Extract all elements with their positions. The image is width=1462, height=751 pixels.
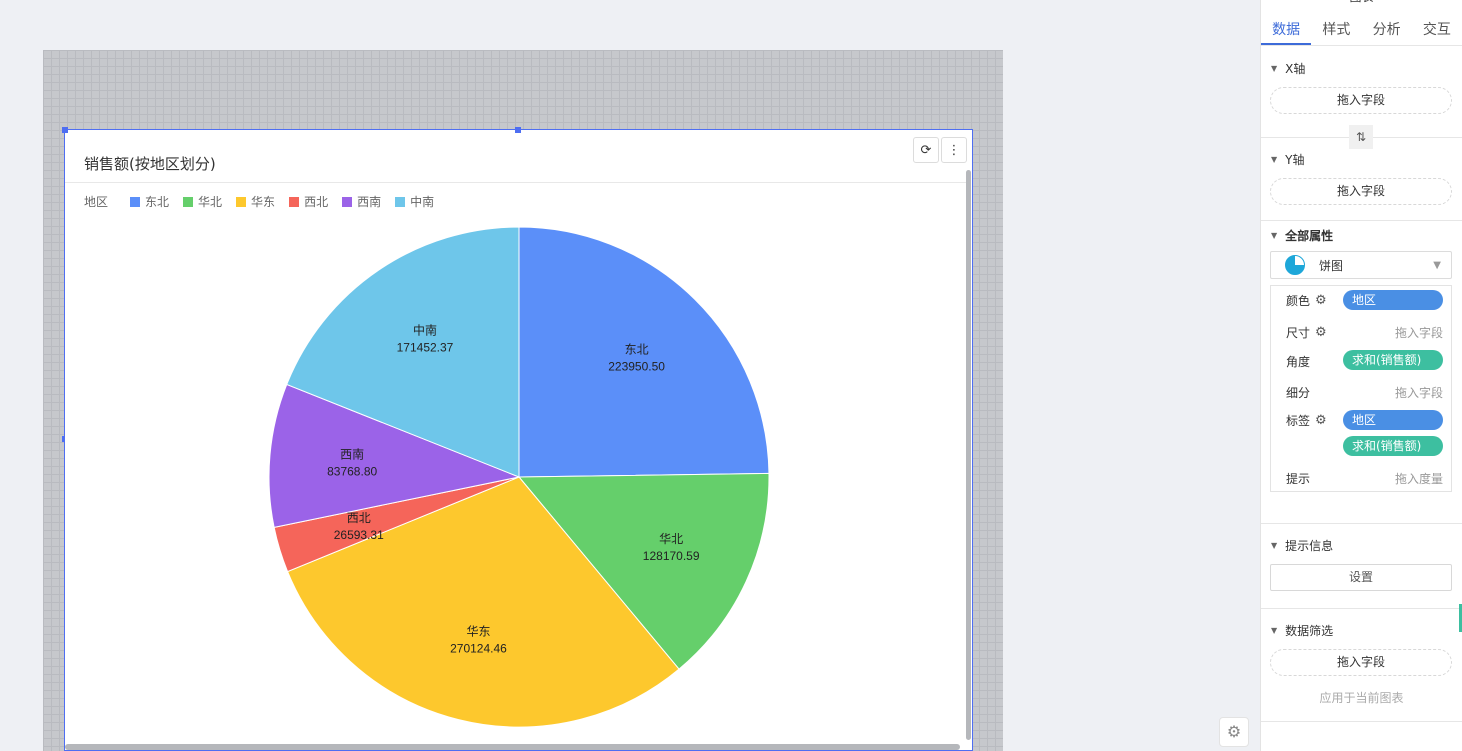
chart-type-label: 饼图 (1319, 258, 1344, 273)
prop-label: 尺寸 (1286, 326, 1311, 340)
swap-axes-icon[interactable]: ⇅ (1349, 125, 1373, 149)
y-axis-section-title[interactable]: ▼ Y轴 (1271, 151, 1305, 168)
collapse-triangle-icon: ▼ (1271, 231, 1278, 240)
prop-row-color: 颜色 ⚙ (1286, 292, 1327, 309)
prop-label: 细分 (1286, 386, 1311, 400)
tab-interaction[interactable]: 交互 (1412, 16, 1462, 45)
prop-row-size: 尺寸 ⚙ (1286, 324, 1327, 341)
gear-icon[interactable]: ⚙ (1315, 293, 1327, 308)
apply-to-current-chart[interactable]: 应用于当前图表 (1261, 689, 1462, 706)
divider (1261, 523, 1462, 524)
slice-category-label: 华北 (659, 532, 683, 546)
slice-category-label: 华东 (466, 625, 490, 639)
prop-row-angle: 角度 (1286, 353, 1310, 370)
tooltip-drop-hint[interactable]: 拖入度量 (1395, 470, 1443, 487)
slice-category-label: 西南 (340, 446, 364, 461)
slice-value-label: 270124.46 (450, 642, 507, 656)
filter-section-title[interactable]: ▼ 数据筛选 (1271, 622, 1333, 639)
divider (1261, 608, 1462, 609)
tooltip-settings-button[interactable]: 设置 (1270, 564, 1452, 591)
angle-field-pill[interactable]: 求和(销售额) (1343, 350, 1443, 370)
prop-label: 颜色 (1286, 294, 1311, 308)
y-axis-drop-zone[interactable]: 拖入字段 (1270, 178, 1452, 205)
chart-widget[interactable]: 销售额(按地区划分) ⟳ ⋮ 地区 东北 华北 华东 西北 西南 中南 东北 22… (62, 127, 973, 751)
slice-category-label: 东北 (625, 343, 649, 357)
divider (1261, 220, 1462, 221)
tag-measure-pill[interactable]: 求和(销售额) (1343, 436, 1443, 456)
detail-drop-hint[interactable]: 拖入字段 (1395, 384, 1443, 401)
slice-value-label: 83768.80 (327, 464, 377, 478)
gear-icon[interactable]: ⚙ (1315, 325, 1327, 340)
prop-label: 标签 (1286, 414, 1311, 428)
x-axis-label: X轴 (1285, 62, 1306, 76)
y-axis-label: Y轴 (1285, 153, 1305, 167)
all-props-section-title[interactable]: ▼ 全部属性 (1271, 227, 1333, 244)
slice-value-label: 223950.50 (608, 360, 665, 374)
slice-category-label: 西北 (347, 511, 371, 525)
filter-drop-zone[interactable]: 拖入字段 (1270, 649, 1452, 676)
tab-data[interactable]: 数据 (1261, 16, 1312, 45)
slice-value-label: 26593.31 (334, 528, 384, 542)
prop-row-tooltip: 提示 (1286, 470, 1310, 487)
slice-category-label: 中南 (413, 322, 437, 337)
prop-label: 提示 (1286, 472, 1311, 486)
tooltip-section-label: 提示信息 (1285, 539, 1334, 553)
tag-field-pill[interactable]: 地区 (1343, 410, 1443, 430)
robot-icon[interactable]: ⚙ (1219, 717, 1249, 747)
prop-label: 角度 (1286, 355, 1311, 369)
prop-row-tag: 标签 ⚙ (1286, 412, 1327, 429)
all-props-label: 全部属性 (1285, 229, 1334, 243)
slice-value-label: 171452.37 (397, 340, 454, 354)
tab-style[interactable]: 样式 (1311, 16, 1361, 45)
collapse-triangle-icon: ▼ (1271, 541, 1278, 550)
properties-panel: 图表 数据 样式 分析 交互 ▼ X轴 拖入字段 ⇅ ▼ Y轴 拖入字段 ▼ 全部属性… (1260, 0, 1462, 751)
x-axis-drop-zone[interactable]: 拖入字段 (1270, 87, 1452, 114)
tooltip-section-title[interactable]: ▼ 提示信息 (1271, 537, 1333, 554)
size-drop-hint[interactable]: 拖入字段 (1395, 324, 1443, 341)
divider (1261, 721, 1462, 722)
pie-chart[interactable]: 东北 223950.50 华北 128170.59 华东 270124.46 西北 26593… (65, 130, 972, 750)
horizontal-scrollbar[interactable] (65, 744, 960, 750)
collapse-triangle-icon: ▼ (1271, 64, 1278, 73)
property-mapping-box: 颜色 ⚙ 地区 尺寸 ⚙ 拖入字段 角度 求和(销售额) 细分 拖入字段 标签 ⚙ 地… (1270, 285, 1452, 492)
collapse-triangle-icon: ▼ (1271, 155, 1278, 164)
slice-value-label: 128170.59 (643, 549, 700, 563)
panel-tabs: 数据 样式 分析 交互 (1261, 16, 1462, 46)
vertical-scrollbar[interactable] (966, 170, 971, 740)
tab-analysis[interactable]: 分析 (1362, 16, 1412, 45)
panel-header: 图表 (1261, 0, 1462, 12)
filter-section-label: 数据筛选 (1285, 624, 1334, 638)
chart-type-select[interactable]: 饼图 ▼ (1270, 251, 1452, 279)
pie-chart-icon (1285, 255, 1305, 275)
gear-icon[interactable]: ⚙ (1315, 413, 1327, 428)
prop-row-detail: 细分 (1286, 384, 1310, 401)
x-axis-section-title[interactable]: ▼ X轴 (1271, 60, 1305, 77)
collapse-triangle-icon: ▼ (1271, 626, 1278, 635)
chevron-down-icon: ▼ (1433, 259, 1441, 271)
color-field-pill[interactable]: 地区 (1343, 290, 1443, 310)
